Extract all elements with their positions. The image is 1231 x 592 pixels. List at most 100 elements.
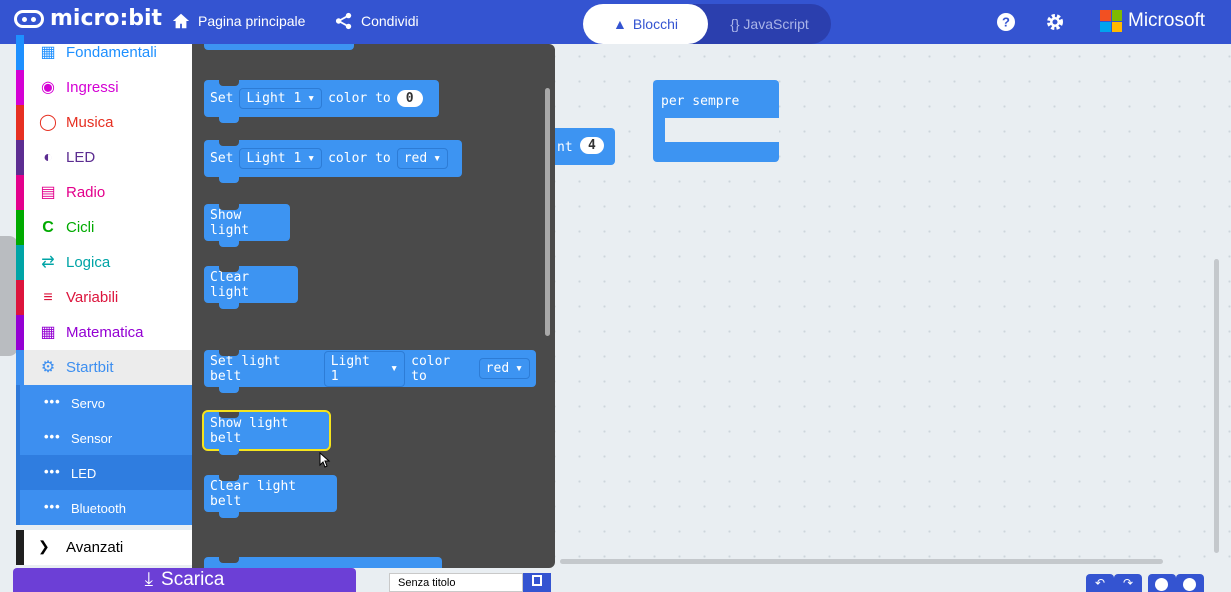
category-variabili[interactable]: ≡ Variabili (16, 280, 192, 315)
category-stripe (16, 350, 24, 385)
home-button[interactable]: Pagina principale (172, 12, 305, 30)
tab-blocks[interactable]: ▲ Blocchi (583, 4, 708, 44)
set-light-belt-block[interactable]: Set light belt Light 1 ▾ color to red ▾ (204, 350, 536, 393)
subcategory-stripe (16, 455, 20, 490)
block-tab (219, 241, 239, 247)
undo-button[interactable]: ↶ (1086, 574, 1114, 592)
category-startbit[interactable]: ⚙ Startbit (16, 350, 192, 385)
forever-block[interactable]: per sempre (653, 80, 779, 162)
category-stripe (16, 175, 24, 210)
redo-button[interactable]: ↷ (1114, 574, 1142, 592)
number-input[interactable]: 0 (396, 90, 423, 107)
block-notch (219, 204, 239, 210)
block-tab (219, 177, 239, 183)
category-fondamentali[interactable]: ▦ Fondamentali (16, 35, 192, 70)
category-stripe (16, 35, 24, 70)
clear-light-block[interactable]: Clear light (204, 266, 298, 309)
block-tab (219, 303, 239, 309)
category-stripe (16, 70, 24, 105)
gear-icon: ⚙ (40, 359, 56, 376)
share-button[interactable]: Condividi (335, 12, 419, 30)
block-text: color to (328, 91, 391, 106)
help-icon[interactable]: ? (995, 11, 1017, 33)
zoom-out-button[interactable] (1148, 574, 1176, 592)
category-label: Variabili (66, 289, 119, 306)
category-musica[interactable]: ◯ Musica (16, 105, 192, 140)
category-stripe (16, 280, 24, 315)
tab-javascript-label: {} JavaScript (730, 16, 809, 32)
category-label: Startbit (66, 359, 114, 376)
project-name-input[interactable]: Senza titolo (389, 573, 523, 592)
vertical-scrollbar[interactable] (1214, 259, 1219, 553)
light-dropdown[interactable]: Light 1 ▾ (239, 148, 323, 169)
toolbox: ▦ Fondamentali ◉ Ingressi ◯ Musica ◐ LED… (16, 35, 192, 565)
target-icon: ◉ (41, 79, 55, 96)
subcategory-led[interactable]: ••• LED (16, 455, 192, 490)
category-label: Cicli (66, 219, 95, 236)
category-label: LED (66, 149, 96, 166)
show-light-block[interactable]: Show light (204, 204, 290, 247)
block-text: Show light (210, 207, 250, 238)
color-dropdown[interactable]: red ▾ (478, 358, 530, 379)
microsoft-logo[interactable]: Microsoft (1100, 10, 1205, 32)
set-light-color-block[interactable]: Set Light 1 ▾ color to red ▾ (204, 140, 462, 183)
dots-icon: ••• (44, 464, 61, 479)
home-label: Pagina principale (198, 13, 306, 29)
partial-bottom-block[interactable] (204, 557, 442, 568)
category-avanzati[interactable]: ❯ Avanzati (16, 530, 192, 565)
signal-icon: ▤ (40, 184, 56, 201)
subcategory-stripe (16, 490, 20, 525)
clear-light-belt-block[interactable]: Clear light belt (204, 475, 337, 518)
dropdown-value: Light 1 (246, 151, 302, 166)
category-led[interactable]: ◐ LED (16, 140, 192, 175)
show-light-belt-block[interactable]: Show light belt (202, 410, 331, 455)
brand-name: micro:bit (50, 6, 163, 31)
set-light-color-number-block[interactable]: Set Light 1 ▾ color to 0 (204, 80, 439, 123)
block-text: color to (328, 151, 391, 166)
forever-label: per sempre (661, 94, 740, 109)
category-label: Radio (66, 184, 106, 201)
block-text: Clear light (210, 269, 250, 300)
color-dropdown[interactable]: red ▾ (396, 148, 449, 169)
block-tab (219, 512, 239, 518)
horizontal-scrollbar[interactable] (560, 559, 1163, 564)
category-cicli[interactable]: C Cicli (16, 210, 192, 245)
light-dropdown[interactable]: Light 1 ▾ (323, 350, 406, 387)
category-label: Logica (66, 254, 111, 271)
tab-javascript[interactable]: {} JavaScript (708, 4, 831, 44)
project-name-value: Senza titolo (398, 577, 456, 589)
save-button[interactable] (523, 573, 551, 592)
block-text: Show light belt (210, 415, 289, 446)
caret-down-icon: ▾ (433, 151, 442, 166)
subcategory-label: Servo (71, 396, 105, 411)
subcategory-bluetooth[interactable]: ••• Bluetooth (16, 490, 192, 525)
download-icon: ⤓ (144, 569, 154, 590)
block-text: Set (210, 151, 234, 166)
flyout-scrollbar[interactable] (545, 88, 550, 336)
partial-block-label: nt (557, 140, 573, 155)
block-notch (219, 140, 239, 146)
category-ingressi[interactable]: ◉ Ingressi (16, 70, 192, 105)
share-icon (335, 12, 352, 30)
dropdown-value: red (403, 151, 428, 166)
zoom-in-button[interactable] (1176, 574, 1204, 592)
block-text: color to (411, 353, 451, 384)
light-dropdown[interactable]: Light 1 ▾ (239, 88, 323, 109)
zoom-out-icon (1155, 578, 1168, 591)
undo-icon: ↶ (1095, 576, 1106, 590)
gear-icon[interactable] (1044, 11, 1066, 33)
subcategory-label: Bluetooth (71, 501, 126, 516)
partial-block-value[interactable]: 4 (580, 137, 604, 154)
subcategory-sensor[interactable]: ••• Sensor (16, 420, 192, 455)
category-radio[interactable]: ▤ Radio (16, 175, 192, 210)
category-matematica[interactable]: ▦ Matematica (16, 315, 192, 350)
block-notch (219, 350, 239, 356)
list-icon: ≡ (43, 289, 53, 306)
category-logica[interactable]: ⇄ Logica (16, 245, 192, 280)
partial-top-block[interactable] (204, 44, 354, 50)
download-button[interactable]: ⤓ Scarica (13, 568, 356, 592)
subcategory-servo[interactable]: ••• Servo (16, 385, 192, 420)
category-stripe (16, 315, 24, 350)
microbit-logo[interactable]: micro:bit (14, 6, 162, 31)
block-text: Set (210, 91, 234, 106)
